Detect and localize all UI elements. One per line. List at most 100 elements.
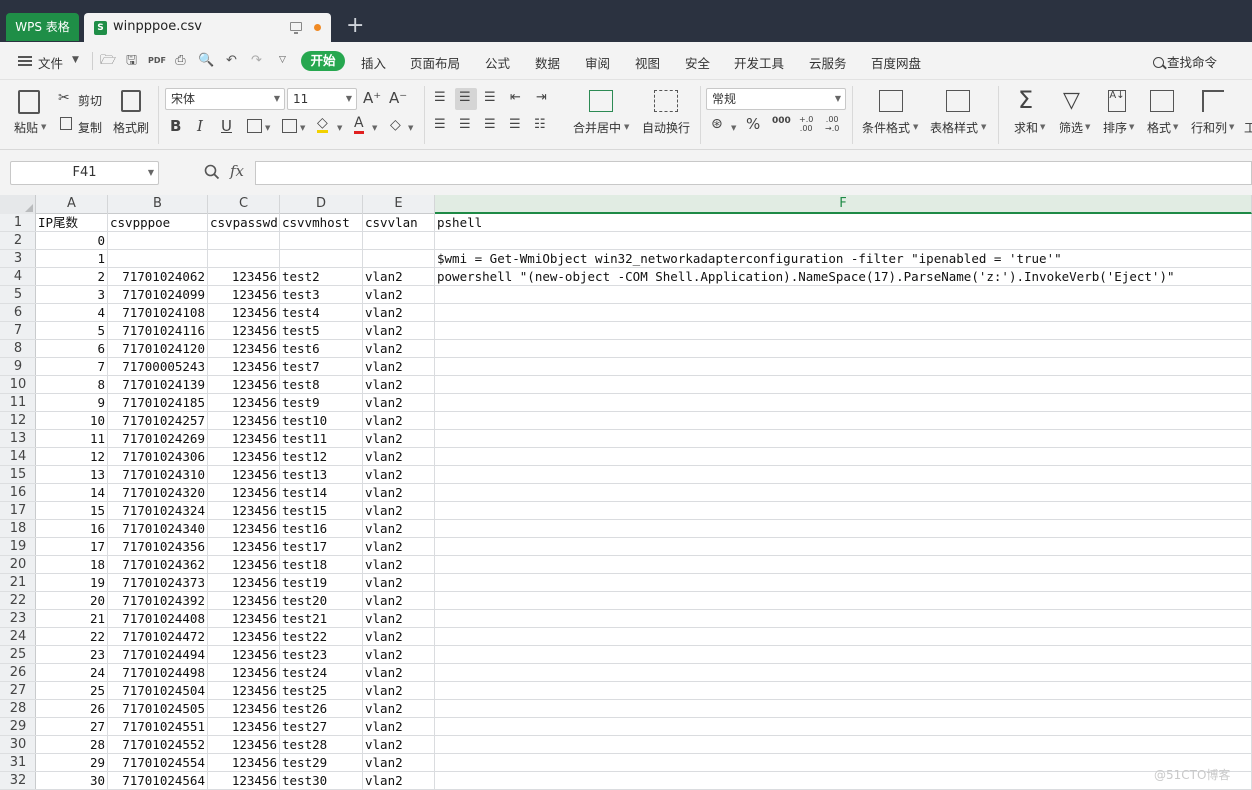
cell-f25[interactable]: [435, 646, 1252, 664]
cell-c12[interactable]: 123456: [208, 412, 280, 430]
cell-d4[interactable]: test2: [280, 268, 363, 286]
cell-c30[interactable]: 123456: [208, 736, 280, 754]
row-header[interactable]: 27: [0, 682, 36, 700]
cell-e27[interactable]: vlan2: [363, 682, 435, 700]
percent-button[interactable]: %: [746, 115, 760, 133]
cell-e7[interactable]: vlan2: [363, 322, 435, 340]
row-header[interactable]: 8: [0, 340, 36, 358]
cell-f15[interactable]: [435, 466, 1252, 484]
cell-e17[interactable]: vlan2: [363, 502, 435, 520]
cell-d7[interactable]: test5: [280, 322, 363, 340]
cell-f19[interactable]: [435, 538, 1252, 556]
cell-d14[interactable]: test12: [280, 448, 363, 466]
cell-a31[interactable]: 29: [36, 754, 108, 772]
fill-color-icon[interactable]: ◇: [317, 116, 328, 133]
cell-d21[interactable]: test19: [280, 574, 363, 592]
italic-button[interactable]: I: [197, 117, 203, 135]
cell-a4[interactable]: 2: [36, 268, 108, 286]
unsaved-dot-icon[interactable]: [314, 24, 321, 31]
cell-b13[interactable]: 71701024269: [108, 430, 208, 448]
sum-icon[interactable]: Σ: [1018, 86, 1033, 114]
cell-f28[interactable]: [435, 700, 1252, 718]
cell-a25[interactable]: 23: [36, 646, 108, 664]
row-col-dropdown-icon[interactable]: ▼: [1229, 123, 1234, 131]
cell-d16[interactable]: test14: [280, 484, 363, 502]
row-col-button[interactable]: 行和列: [1191, 119, 1227, 136]
undo-icon[interactable]: ↶: [224, 53, 239, 68]
font-size-select[interactable]: 11 ▼: [287, 88, 357, 110]
cell-e14[interactable]: vlan2: [363, 448, 435, 466]
merge-dropdown-icon[interactable]: ▼: [624, 123, 629, 131]
cell-d1[interactable]: csvvmhost: [280, 214, 363, 232]
worksheet-button[interactable]: 工: [1244, 119, 1252, 136]
filter-dropdown-icon[interactable]: ▼: [1085, 123, 1090, 131]
auto-wrap-button[interactable]: 自动换行: [642, 119, 690, 136]
column-header-d[interactable]: D: [280, 195, 363, 214]
paste-icon[interactable]: [18, 90, 40, 114]
cell-f30[interactable]: [435, 736, 1252, 754]
cell-c22[interactable]: 123456: [208, 592, 280, 610]
search-command[interactable]: 查找命令: [1153, 52, 1217, 71]
cell-a7[interactable]: 5: [36, 322, 108, 340]
cell-d23[interactable]: test21: [280, 610, 363, 628]
select-all-corner[interactable]: [0, 195, 36, 214]
cell-a24[interactable]: 22: [36, 628, 108, 646]
cell-a3[interactable]: 1: [36, 250, 108, 268]
cell-f5[interactable]: [435, 286, 1252, 304]
cell-b11[interactable]: 71701024185: [108, 394, 208, 412]
clear-format-icon[interactable]: ◇: [390, 117, 401, 133]
cell-b28[interactable]: 71701024505: [108, 700, 208, 718]
cell-c26[interactable]: 123456: [208, 664, 280, 682]
cell-f9[interactable]: [435, 358, 1252, 376]
cell-e12[interactable]: vlan2: [363, 412, 435, 430]
align-bottom-icon[interactable]: ☰: [484, 90, 496, 105]
increase-font-icon[interactable]: A⁺: [363, 89, 381, 107]
cell-b1[interactable]: csvpppoe: [108, 214, 208, 232]
row-header[interactable]: 11: [0, 394, 36, 412]
merge-center-button[interactable]: 合并居中: [573, 119, 621, 136]
cell-d19[interactable]: test17: [280, 538, 363, 556]
row-col-icon[interactable]: [1202, 90, 1224, 112]
align-left-icon[interactable]: ☰: [434, 117, 446, 132]
row-header[interactable]: 13: [0, 430, 36, 448]
sort-dropdown-icon[interactable]: ▼: [1129, 123, 1134, 131]
conditional-format-icon[interactable]: [879, 90, 903, 112]
cell-b9[interactable]: 71700005243: [108, 358, 208, 376]
row-header[interactable]: 28: [0, 700, 36, 718]
cell-d5[interactable]: test3: [280, 286, 363, 304]
cell-e1[interactable]: csvvlan: [363, 214, 435, 232]
cell-b16[interactable]: 71701024320: [108, 484, 208, 502]
format-painter-button[interactable]: 格式刷: [113, 119, 149, 136]
tab-developer[interactable]: 开发工具: [734, 53, 784, 72]
cell-d12[interactable]: test10: [280, 412, 363, 430]
monitor-icon[interactable]: [290, 22, 302, 34]
cell-b10[interactable]: 71701024139: [108, 376, 208, 394]
sum-dropdown-icon[interactable]: ▼: [1040, 123, 1045, 131]
cell-c31[interactable]: 123456: [208, 754, 280, 772]
cell-a15[interactable]: 13: [36, 466, 108, 484]
cell-d28[interactable]: test26: [280, 700, 363, 718]
cell-e28[interactable]: vlan2: [363, 700, 435, 718]
cell-c21[interactable]: 123456: [208, 574, 280, 592]
row-header[interactable]: 32: [0, 772, 36, 790]
column-header-c[interactable]: C: [208, 195, 280, 214]
cell-b18[interactable]: 71701024340: [108, 520, 208, 538]
cell-e11[interactable]: vlan2: [363, 394, 435, 412]
cell-a8[interactable]: 6: [36, 340, 108, 358]
cell-b32[interactable]: 71701024564: [108, 772, 208, 790]
cell-f10[interactable]: [435, 376, 1252, 394]
quick-access-dropdown-icon[interactable]: ▽: [275, 53, 290, 68]
align-right-icon[interactable]: ☰: [484, 117, 496, 132]
cell-d30[interactable]: test28: [280, 736, 363, 754]
cell-style-dropdown-icon[interactable]: ▼: [300, 124, 305, 132]
tab-view[interactable]: 视图: [635, 53, 660, 72]
tab-page-layout[interactable]: 页面布局: [410, 53, 460, 72]
cell-d13[interactable]: test11: [280, 430, 363, 448]
cell-e22[interactable]: vlan2: [363, 592, 435, 610]
format-icon[interactable]: [1150, 90, 1174, 112]
cell-c16[interactable]: 123456: [208, 484, 280, 502]
fill-color-dropdown-icon[interactable]: ▼: [337, 124, 342, 132]
cell-e15[interactable]: vlan2: [363, 466, 435, 484]
cell-e6[interactable]: vlan2: [363, 304, 435, 322]
cell-a20[interactable]: 18: [36, 556, 108, 574]
